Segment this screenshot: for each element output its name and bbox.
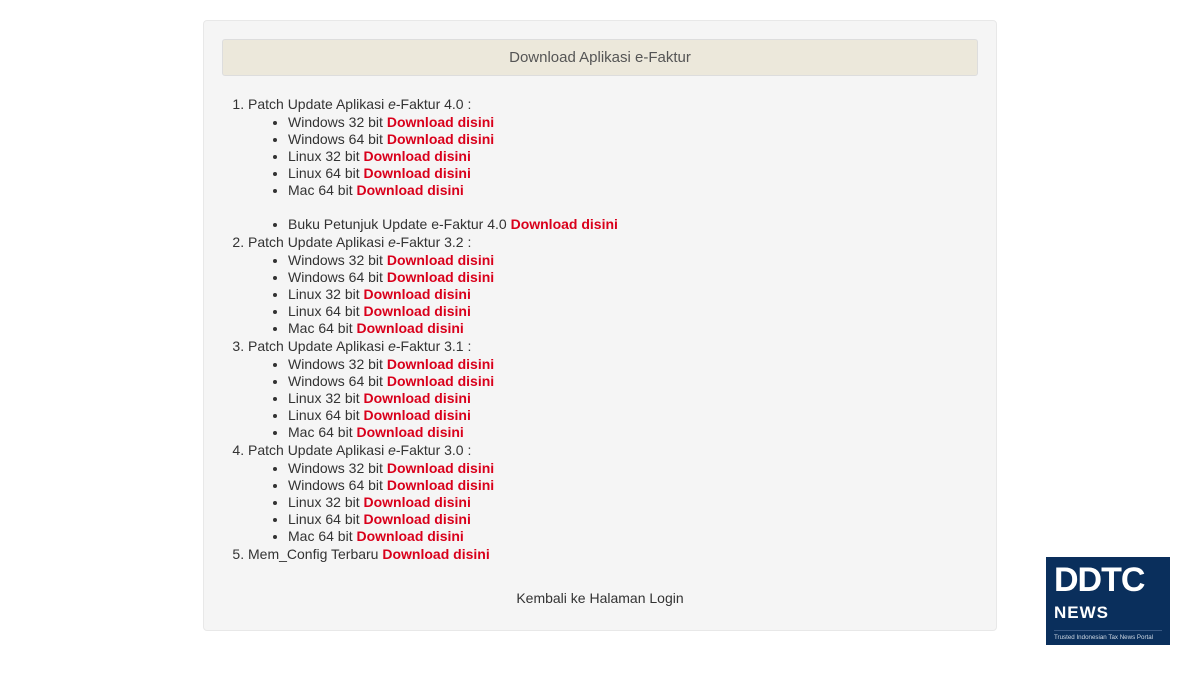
platform-label: Windows 64 bit — [288, 131, 383, 147]
section-item: Patch Update Aplikasi e-Faktur 3.0 : Wind… — [248, 442, 978, 544]
download-link[interactable]: Download disini — [382, 546, 489, 562]
download-link[interactable]: Download disini — [364, 494, 471, 510]
platform-label: Windows 32 bit — [288, 356, 383, 372]
platform-list: Windows 32 bit Download disiniWindows 64… — [248, 356, 978, 440]
platform-label: Mac 64 bit — [288, 320, 353, 336]
download-link[interactable]: Download disini — [364, 390, 471, 406]
section-list: Patch Update Aplikasi e-Faktur 4.0 :Wind… — [222, 96, 978, 562]
platform-item: Mac 64 bit Download disini — [288, 182, 978, 198]
platform-list: Windows 32 bit Download disiniWindows 64… — [248, 252, 978, 336]
section-title-post: -Faktur 3.2 : — [396, 234, 471, 250]
section-title-post: -Faktur 4.0 : — [396, 96, 471, 112]
section-title: Mem_Config Terbaru — [248, 546, 378, 562]
platform-item: Windows 32 bit Download disini — [288, 114, 978, 130]
platform-label: Mac 64 bit — [288, 528, 353, 544]
download-link[interactable]: Download disini — [364, 407, 471, 423]
section-title-em: e — [388, 338, 396, 354]
download-link[interactable]: Download disini — [387, 477, 494, 493]
extra-label: Buku Petunjuk Update e-Faktur 4.0 — [288, 216, 507, 232]
download-link[interactable]: Download disini — [356, 182, 463, 198]
platform-item: Linux 32 bit Download disini — [288, 494, 978, 510]
platform-item: Mac 64 bit Download disini — [288, 320, 978, 336]
platform-item: Windows 64 bit Download disini — [288, 477, 978, 493]
platform-label: Linux 64 bit — [288, 511, 360, 527]
platform-item: Linux 64 bit Download disini — [288, 303, 978, 319]
section-title-post: -Faktur 3.1 : — [396, 338, 471, 354]
platform-label: Windows 64 bit — [288, 269, 383, 285]
section-item: Mem_Config Terbaru Download disini — [248, 546, 978, 562]
download-link[interactable]: Download disini — [356, 424, 463, 440]
extra-item: Buku Petunjuk Update e-Faktur 4.0 Downlo… — [288, 216, 978, 232]
platform-list: Windows 32 bit Download disiniWindows 64… — [248, 114, 978, 198]
section-title-em: e — [388, 96, 396, 112]
platform-label: Mac 64 bit — [288, 182, 353, 198]
platform-label: Windows 32 bit — [288, 460, 383, 476]
download-link[interactable]: Download disini — [511, 216, 618, 232]
platform-item: Mac 64 bit Download disini — [288, 528, 978, 544]
download-link[interactable]: Download disini — [364, 286, 471, 302]
logo-tagline: Trusted Indonesian Tax News Portal — [1054, 630, 1162, 641]
panel-heading: Download Aplikasi e-Faktur — [222, 39, 978, 76]
section-title-em: e — [388, 234, 396, 250]
section-title-pre: Patch Update Aplikasi — [248, 338, 388, 354]
platform-item: Windows 32 bit Download disini — [288, 356, 978, 372]
download-link[interactable]: Download disini — [356, 320, 463, 336]
download-link[interactable]: Download disini — [387, 252, 494, 268]
download-link[interactable]: Download disini — [364, 511, 471, 527]
platform-label: Linux 32 bit — [288, 148, 360, 164]
platform-item: Linux 32 bit Download disini — [288, 148, 978, 164]
platform-label: Windows 64 bit — [288, 477, 383, 493]
download-link[interactable]: Download disini — [364, 148, 471, 164]
download-link[interactable]: Download disini — [356, 528, 463, 544]
footer-link-wrap: Kembali ke Halaman Login — [222, 590, 978, 606]
download-link[interactable]: Download disini — [364, 165, 471, 181]
platform-item: Linux 32 bit Download disini — [288, 390, 978, 406]
brand-logo: DDTC NEWS Trusted Indonesian Tax News Po… — [1046, 557, 1170, 645]
platform-label: Linux 64 bit — [288, 407, 360, 423]
platform-item: Linux 64 bit Download disini — [288, 511, 978, 527]
platform-label: Linux 32 bit — [288, 390, 360, 406]
section-title-em: e — [388, 442, 396, 458]
download-link[interactable]: Download disini — [387, 356, 494, 372]
section-item: Patch Update Aplikasi e-Faktur 3.2 : Wind… — [248, 234, 978, 336]
platform-item: Windows 64 bit Download disini — [288, 131, 978, 147]
section-item: Patch Update Aplikasi e-Faktur 3.1 : Wind… — [248, 338, 978, 440]
platform-item: Windows 64 bit Download disini — [288, 269, 978, 285]
download-link[interactable]: Download disini — [387, 269, 494, 285]
logo-brand: DDTC — [1054, 563, 1144, 597]
logo-sub: NEWS — [1054, 603, 1162, 623]
section-title-pre: Patch Update Aplikasi — [248, 234, 388, 250]
platform-item: Linux 32 bit Download disini — [288, 286, 978, 302]
section-title-pre: Patch Update Aplikasi — [248, 96, 388, 112]
download-link[interactable]: Download disini — [387, 373, 494, 389]
platform-label: Windows 32 bit — [288, 114, 383, 130]
download-link[interactable]: Download disini — [387, 131, 494, 147]
download-link[interactable]: Download disini — [387, 460, 494, 476]
platform-item: Windows 32 bit Download disini — [288, 460, 978, 476]
extra-list: Buku Petunjuk Update e-Faktur 4.0 Downlo… — [248, 216, 978, 232]
platform-item: Windows 32 bit Download disini — [288, 252, 978, 268]
platform-label: Mac 64 bit — [288, 424, 353, 440]
section-title-pre: Patch Update Aplikasi — [248, 442, 388, 458]
platform-label: Windows 32 bit — [288, 252, 383, 268]
platform-label: Linux 32 bit — [288, 286, 360, 302]
back-to-login-link[interactable]: Kembali ke Halaman Login — [516, 590, 683, 606]
download-link[interactable]: Download disini — [387, 114, 494, 130]
platform-label: Linux 32 bit — [288, 494, 360, 510]
platform-item: Linux 64 bit Download disini — [288, 407, 978, 423]
download-link[interactable]: Download disini — [364, 303, 471, 319]
platform-item: Linux 64 bit Download disini — [288, 165, 978, 181]
platform-label: Linux 64 bit — [288, 303, 360, 319]
platform-label: Linux 64 bit — [288, 165, 360, 181]
platform-item: Mac 64 bit Download disini — [288, 424, 978, 440]
section-item: Patch Update Aplikasi e-Faktur 4.0 : Wind… — [248, 96, 978, 232]
platform-item: Windows 64 bit Download disini — [288, 373, 978, 389]
section-title-post: -Faktur 3.0 : — [396, 442, 471, 458]
download-panel: Download Aplikasi e-Faktur Patch Update … — [203, 20, 997, 631]
platform-list: Windows 32 bit Download disiniWindows 64… — [248, 460, 978, 544]
platform-label: Windows 64 bit — [288, 373, 383, 389]
